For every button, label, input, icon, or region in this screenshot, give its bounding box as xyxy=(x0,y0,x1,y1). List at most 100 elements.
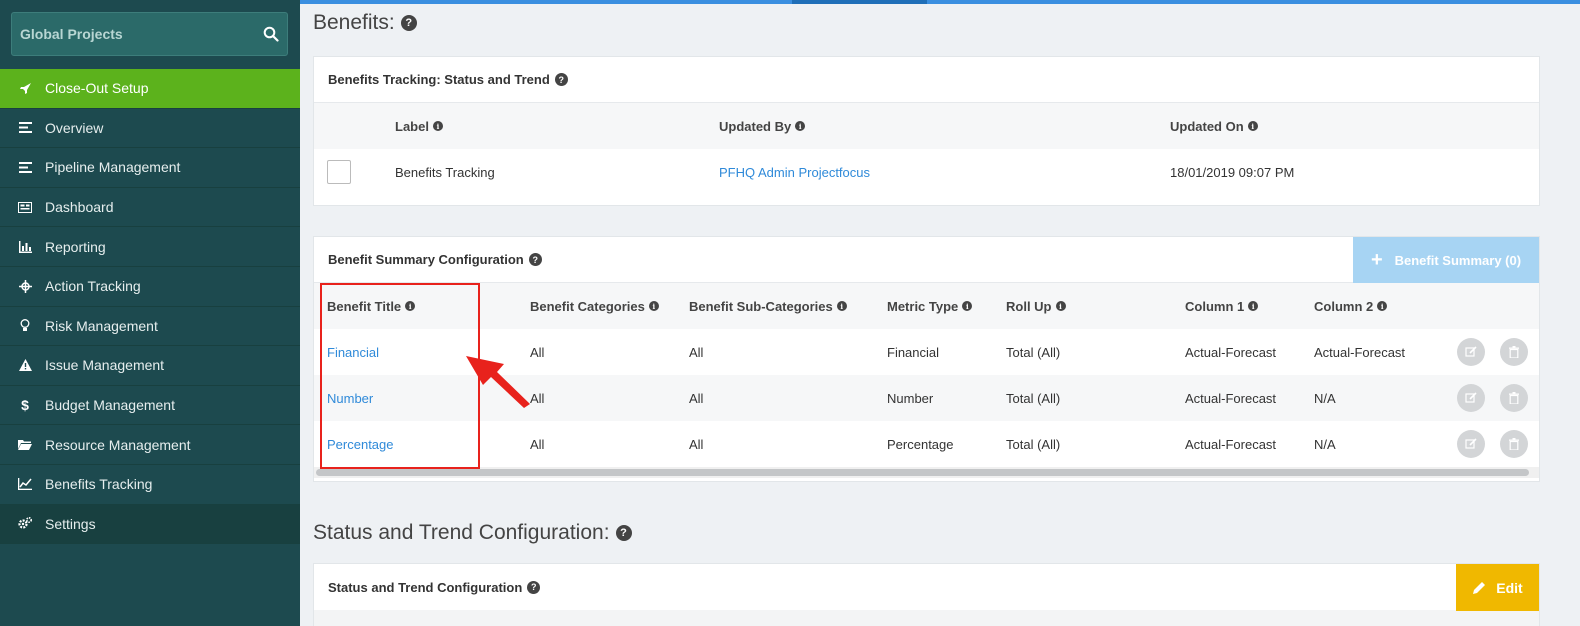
info-icon: i xyxy=(432,121,443,131)
sidebar-item-resource-management[interactable]: Resource Management xyxy=(0,425,300,465)
horizontal-scrollbar[interactable] xyxy=(314,467,1539,478)
sidebar-item-label: Issue Management xyxy=(45,357,165,374)
sidebar-item-issue-management[interactable]: Issue Management xyxy=(0,346,300,386)
column-header-benefit-title: Benefit Title i xyxy=(327,299,416,314)
benefit-title-link[interactable]: Number xyxy=(327,391,373,406)
sidebar: Global Projects Close-Out Setup Overview… xyxy=(0,0,300,626)
sidebar-item-settings[interactable]: Settings xyxy=(0,504,300,545)
column-header-column-2: Column 2i xyxy=(1314,299,1388,314)
page-title: Benefits: xyxy=(313,11,395,34)
edit-row-button[interactable] xyxy=(1457,384,1485,412)
benefit-categories-cell: All xyxy=(530,344,545,360)
help-icon[interactable]: ? xyxy=(554,73,568,86)
help-icon[interactable]: ? xyxy=(400,15,417,31)
help-icon[interactable]: ? xyxy=(528,253,542,266)
panel-header: Benefit Summary Configuration ? + Benefi… xyxy=(314,237,1539,284)
delete-row-button[interactable] xyxy=(1500,338,1528,366)
benefit-categories-cell: All xyxy=(530,436,545,452)
scrollbar-thumb[interactable] xyxy=(316,469,1529,476)
sidebar-item-budget-management[interactable]: $ Budget Management xyxy=(0,386,300,426)
column-header-label: Label i xyxy=(395,119,443,134)
sidebar-item-close-out-setup[interactable]: Close-Out Setup xyxy=(0,69,300,109)
roll-up-cell: Total (All) xyxy=(1006,390,1061,406)
table-row: Benefits Tracking PFHQ Admin Projectfocu… xyxy=(314,149,1539,195)
column-2-cell: N/A xyxy=(1314,436,1336,452)
pencil-icon xyxy=(1473,581,1486,594)
sidebar-item-pipeline-management[interactable]: Pipeline Management xyxy=(0,148,300,188)
bar-chart-icon xyxy=(18,240,32,254)
panel-title-text: Benefits Tracking: Status and Trend xyxy=(328,72,550,87)
sidebar-item-action-tracking[interactable]: Action Tracking xyxy=(0,267,300,307)
sidebar-item-reporting[interactable]: Reporting xyxy=(0,227,300,267)
sidebar-item-label: Budget Management xyxy=(45,397,175,414)
list-icon xyxy=(18,160,32,174)
sidebar-item-overview[interactable]: Overview xyxy=(0,109,300,149)
metric-type-cell: Number xyxy=(887,390,934,406)
table-header: Label i Updated By i Updated On i xyxy=(314,103,1539,149)
updated-by-link[interactable]: PFHQ Admin Projectfocus xyxy=(719,165,870,180)
lightbulb-icon xyxy=(18,319,32,333)
info-icon: i xyxy=(1247,121,1258,131)
plus-icon: + xyxy=(1370,249,1383,271)
sidebar-item-label: Overview xyxy=(45,119,104,136)
column-header-column-1: Column 1i xyxy=(1185,299,1259,314)
trash-icon xyxy=(1509,346,1519,358)
delete-row-button[interactable] xyxy=(1500,384,1528,412)
info-icon: i xyxy=(1248,301,1259,311)
search-label: Global Projects xyxy=(20,26,123,42)
info-icon: i xyxy=(648,301,659,311)
panel-header: Status and Trend Configuration ? Edit xyxy=(314,564,1539,611)
button-label: Edit xyxy=(1496,579,1523,596)
sidebar-item-risk-management[interactable]: Risk Management xyxy=(0,307,300,347)
help-icon[interactable]: ? xyxy=(615,525,632,541)
edit-row-button[interactable] xyxy=(1457,338,1485,366)
trash-icon xyxy=(1509,392,1519,404)
edit-icon xyxy=(1465,392,1477,403)
search-icon[interactable] xyxy=(263,26,279,42)
info-icon: i xyxy=(1377,301,1388,311)
sidebar-item-benefits-tracking[interactable]: Benefits Tracking xyxy=(0,465,300,505)
trash-icon xyxy=(1509,438,1519,450)
table-header: Benefit Title i Benefit Categories i Benef… xyxy=(314,283,1539,329)
rocket-icon xyxy=(18,81,32,95)
roll-up-cell: Total (All) xyxy=(1006,344,1061,360)
benefit-title-link[interactable]: Financial xyxy=(327,345,379,360)
crosshair-icon xyxy=(18,279,32,293)
table-row: Financial All All Financial Total (All) … xyxy=(314,329,1539,375)
row-checkbox[interactable] xyxy=(327,160,351,184)
sidebar-item-label: Close-Out Setup xyxy=(45,80,149,97)
benefit-title-link[interactable]: Percentage xyxy=(327,437,394,452)
edit-row-button[interactable] xyxy=(1457,430,1485,458)
info-icon: i xyxy=(405,301,416,311)
status-trend-heading: Status and Trend Configuration: ? xyxy=(313,521,632,545)
sidebar-item-label: Settings xyxy=(45,515,96,532)
benefit-sub-categories-cell: All xyxy=(689,390,704,406)
info-icon: i xyxy=(962,301,973,311)
help-icon[interactable]: ? xyxy=(527,580,541,594)
sidebar-item-dashboard[interactable]: Dashboard xyxy=(0,188,300,228)
info-icon: i xyxy=(836,301,847,311)
sidebar-item-label: Risk Management xyxy=(45,317,158,334)
benefits-tracking-panel: Benefits Tracking: Status and Trend ? La… xyxy=(313,56,1540,206)
edit-icon xyxy=(1465,346,1477,357)
line-chart-icon xyxy=(18,477,32,491)
sidebar-item-label: Pipeline Management xyxy=(45,159,181,176)
edit-icon xyxy=(1465,438,1477,449)
column-header-updated-by: Updated By i xyxy=(719,119,806,134)
add-benefit-summary-button[interactable]: + Benefit Summary (0) xyxy=(1353,237,1539,284)
edit-button[interactable]: Edit xyxy=(1456,564,1539,611)
metric-type-cell: Financial xyxy=(887,344,940,360)
status-trend-panel: Status and Trend Configuration ? Edit xyxy=(313,563,1540,626)
roll-up-cell: Total (All) xyxy=(1006,436,1061,452)
table-row: Percentage All All Percentage Total (All… xyxy=(314,421,1539,467)
sidebar-item-label: Benefits Tracking xyxy=(45,476,153,493)
benefit-sub-categories-cell: All xyxy=(689,436,704,452)
label-cell: Benefits Tracking xyxy=(395,164,495,180)
sidebar-item-label: Dashboard xyxy=(45,199,114,216)
delete-row-button[interactable] xyxy=(1500,430,1528,458)
sidebar-nav: Close-Out Setup Overview Pipeline Manage… xyxy=(0,69,300,545)
benefit-summary-panel: Benefit Summary Configuration ? + Benefi… xyxy=(313,236,1540,482)
benefits-heading: Benefits: ? xyxy=(313,11,417,35)
column-2-cell: N/A xyxy=(1314,390,1336,406)
global-projects-search[interactable]: Global Projects xyxy=(11,12,288,56)
